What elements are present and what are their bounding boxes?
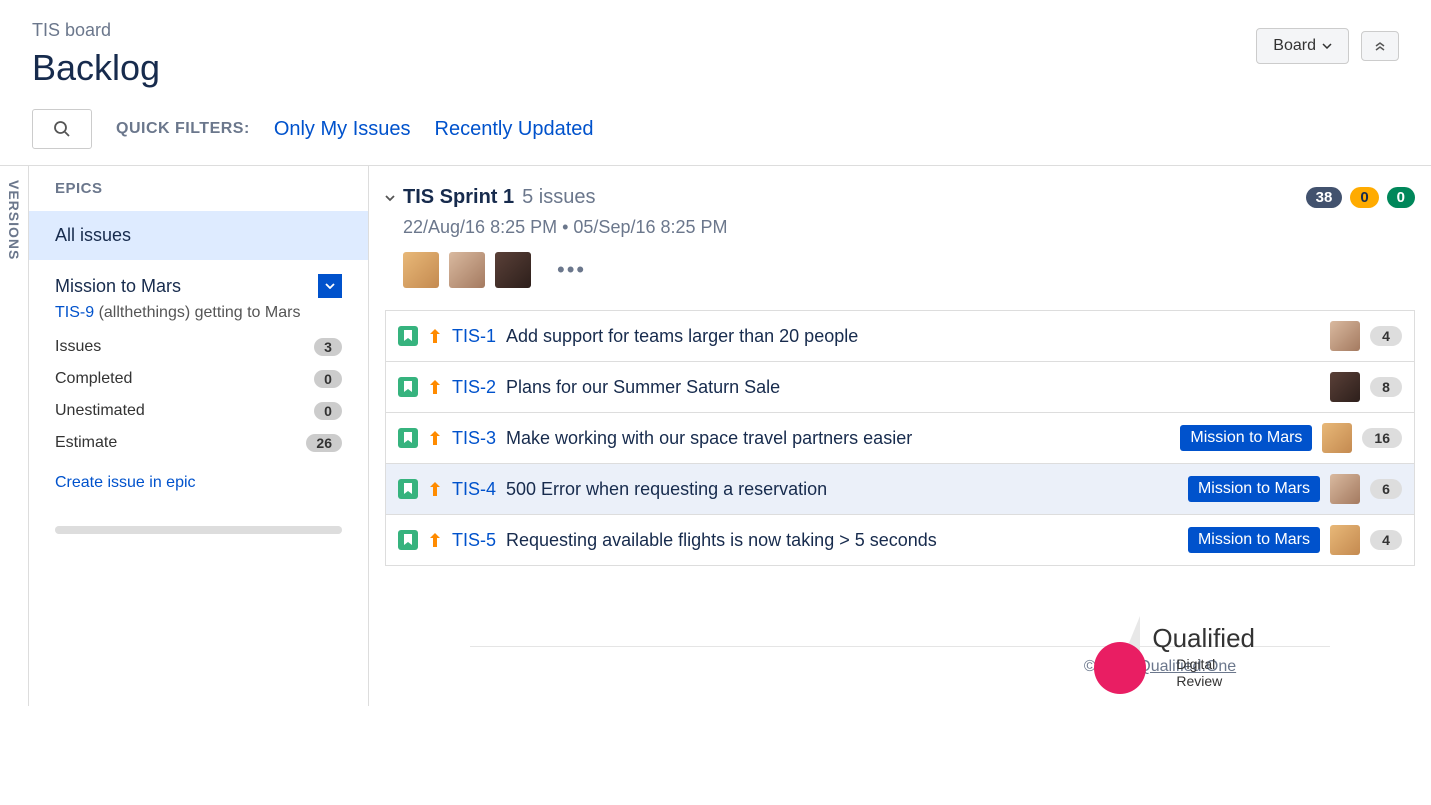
stat-unestimated: Unestimated 0 [55,402,342,420]
expand-button[interactable] [1361,31,1399,61]
chevron-down-icon [385,194,395,202]
issue-key-link[interactable]: TIS-4 [452,479,496,500]
board-button-label: Board [1273,37,1316,55]
create-issue-in-epic-link[interactable]: Create issue in epic [55,474,196,492]
breadcrumb[interactable]: TIS board [32,20,1256,41]
chevron-down-icon [1322,43,1332,49]
issue-list: TIS-1 Add support for teams larger than 2… [385,310,1415,566]
epic-name: Mission to Mars [55,276,181,297]
epic-tag[interactable]: Mission to Mars [1188,527,1320,553]
story-icon [398,428,418,448]
epic-all-issues[interactable]: All issues [29,211,368,260]
sprint-collapse-toggle[interactable] [385,194,395,202]
versions-panel-tab[interactable]: VERSIONS [0,166,29,706]
epic-key-link[interactable]: TIS-9 [55,304,94,321]
issue-row[interactable]: TIS-3 Make working with our space travel … [386,413,1414,464]
sprint-avatar-2[interactable] [449,252,485,288]
epics-heading: EPICS [29,166,368,211]
stat-completed: Completed 0 [55,370,342,388]
chevron-down-icon [325,283,335,289]
issue-summary: Plans for our Summer Saturn Sale [506,377,1320,398]
assignee-avatar[interactable] [1322,423,1352,453]
sprint-issue-count: 5 issues [522,186,595,209]
epics-sidebar: EPICS All issues Mission to Mars TIS-9 (… [29,166,369,706]
story-icon [398,326,418,346]
badge-done: 0 [1387,187,1415,208]
qualified-logo: Qualified DigitalReview [1094,616,1255,696]
priority-high-icon [428,430,442,446]
sidebar-scrollbar[interactable] [55,526,342,534]
epic-tag[interactable]: Mission to Mars [1188,476,1320,502]
story-points-badge: 6 [1370,479,1402,499]
story-points-badge: 16 [1362,428,1402,448]
priority-high-icon [428,328,442,344]
issue-row[interactable]: TIS-2 Plans for our Summer Saturn Sale 8 [386,362,1414,413]
quick-filters-label: QUICK FILTERS: [116,120,250,138]
sprint-avatar-3[interactable] [495,252,531,288]
priority-high-icon [428,532,442,548]
issue-key-link[interactable]: TIS-3 [452,428,496,449]
search-button[interactable] [32,109,92,149]
issue-summary: 500 Error when requesting a reservation [506,479,1178,500]
issue-summary: Requesting available flights is now taki… [506,530,1178,551]
issue-row[interactable]: TIS-1 Add support for teams larger than 2… [386,311,1414,362]
issue-summary: Add support for teams larger than 20 peo… [506,326,1320,347]
story-points-badge: 8 [1370,377,1402,397]
badge-todo: 38 [1306,187,1343,208]
story-icon [398,530,418,550]
epic-mission-to-mars[interactable]: Mission to Mars TIS-9 (allthethings) get… [29,260,368,508]
issue-row[interactable]: TIS-4 500 Error when requesting a reserva… [386,464,1414,515]
priority-high-icon [428,481,442,497]
epic-tag[interactable]: Mission to Mars [1180,425,1312,451]
story-points-badge: 4 [1370,530,1402,550]
story-icon [398,377,418,397]
epic-dropdown-toggle[interactable] [318,274,342,298]
filter-only-my-issues[interactable]: Only My Issues [274,118,411,141]
sprint-avatar-1[interactable] [403,252,439,288]
sprint-title: TIS Sprint 1 [403,186,514,209]
page-title: Backlog [32,47,1256,89]
assignee-avatar[interactable] [1330,525,1360,555]
stat-issues: Issues 3 [55,338,342,356]
search-icon [53,120,71,138]
epic-key-desc: (allthethings) getting to Mars [99,304,301,321]
assignee-avatar[interactable] [1330,372,1360,402]
board-dropdown-button[interactable]: Board [1256,28,1349,64]
priority-high-icon [428,379,442,395]
story-points-badge: 4 [1370,326,1402,346]
issue-row[interactable]: TIS-5 Requesting available flights is now… [386,515,1414,565]
issue-key-link[interactable]: TIS-1 [452,326,496,347]
story-icon [398,479,418,499]
more-actions-icon[interactable]: ••• [557,257,586,283]
badge-inprogress: 0 [1350,187,1378,208]
assignee-avatar[interactable] [1330,321,1360,351]
stat-estimate: Estimate 26 [55,434,342,452]
issue-summary: Make working with our space travel partn… [506,428,1170,449]
issue-key-link[interactable]: TIS-5 [452,530,496,551]
assignee-avatar[interactable] [1330,474,1360,504]
double-chevron-up-icon [1374,40,1386,52]
sprint-dates: 22/Aug/16 8:25 PM • 05/Sep/16 8:25 PM [385,209,1415,252]
issue-key-link[interactable]: TIS-2 [452,377,496,398]
filter-recently-updated[interactable]: Recently Updated [435,118,594,141]
